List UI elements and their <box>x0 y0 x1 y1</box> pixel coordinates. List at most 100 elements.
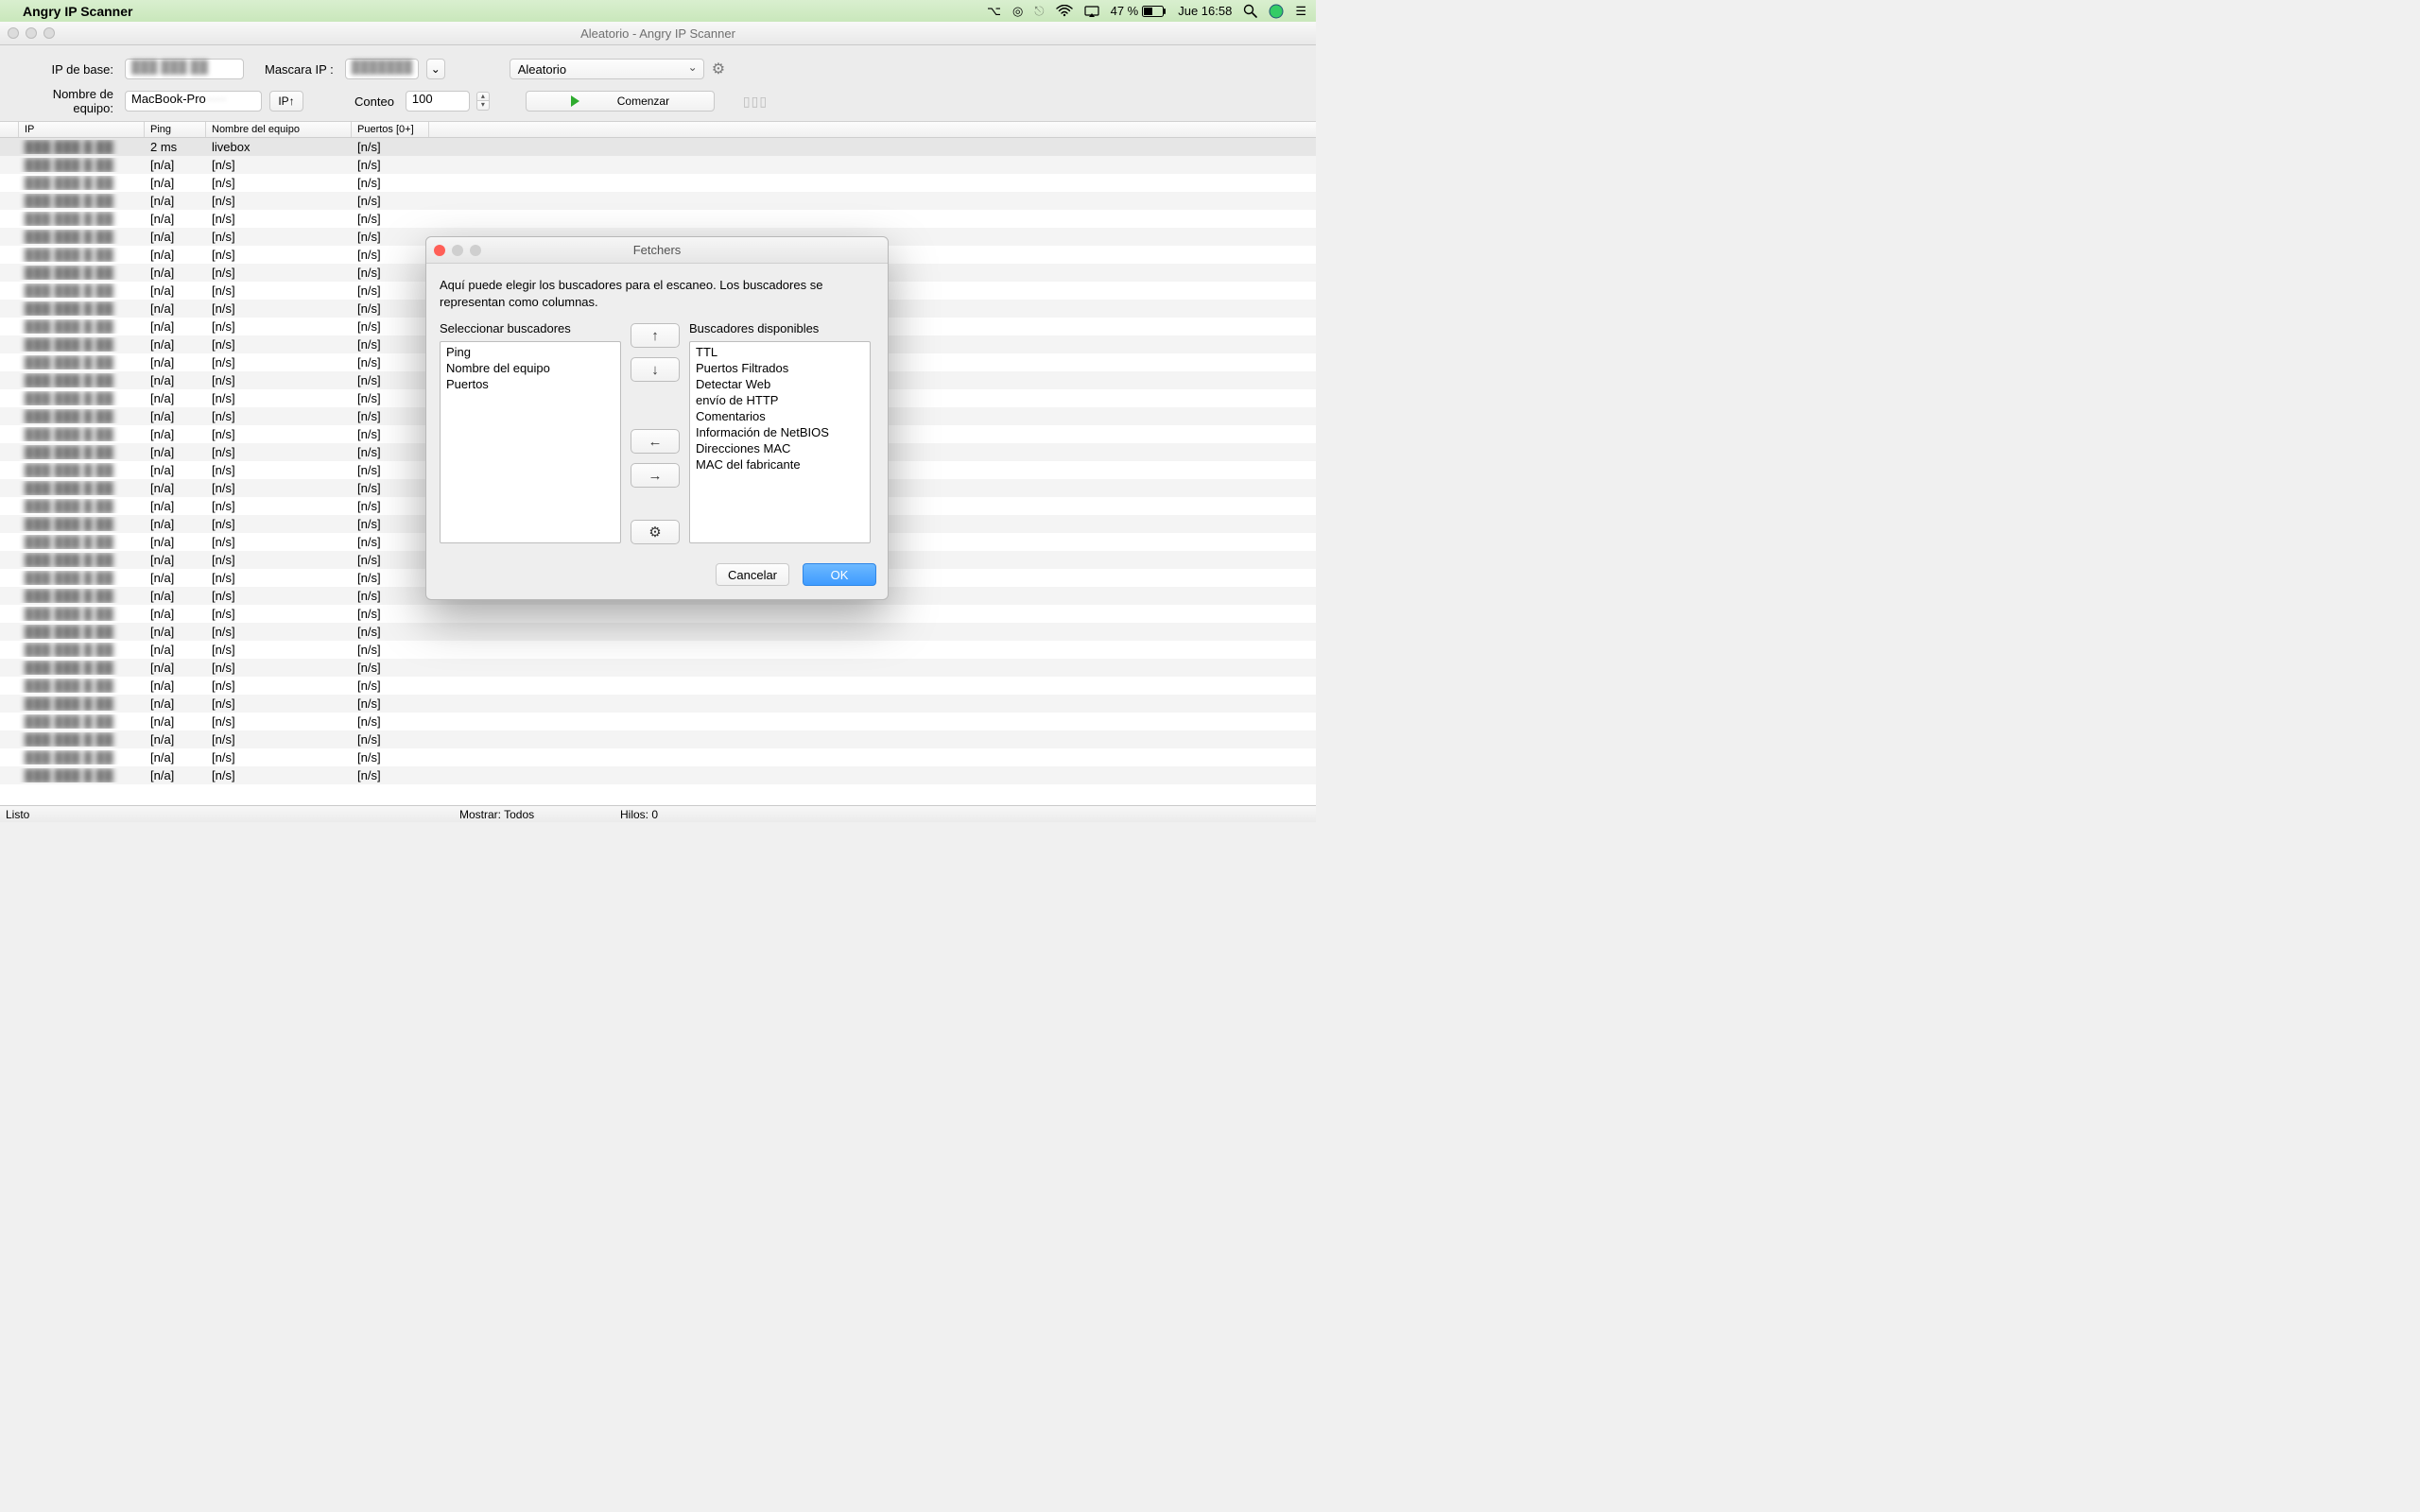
table-row[interactable]: ███ ███ █ ██[n/a][n/s][n/s] <box>0 210 1316 228</box>
list-item[interactable]: MAC del fabricante <box>690 456 870 472</box>
list-item[interactable]: Ping <box>441 344 620 360</box>
settings-gear-icon[interactable]: ⚙ <box>712 60 725 78</box>
wifi-icon[interactable] <box>1056 5 1073 17</box>
status-icon <box>6 225 13 227</box>
list-item[interactable]: Puertos <box>441 376 620 392</box>
netmask-dropdown[interactable]: ⌄ <box>426 59 445 79</box>
table-row[interactable]: ███ ███ █ ██[n/a][n/s][n/s] <box>0 156 1316 174</box>
table-row[interactable]: ███ ███ █ ██[n/a][n/s][n/s] <box>0 695 1316 713</box>
spotlight-icon[interactable] <box>1243 4 1257 18</box>
list-item[interactable]: Puertos Filtrados <box>690 360 870 376</box>
ok-button[interactable]: OK <box>803 563 876 586</box>
table-row[interactable]: ███ ███ █ ██[n/a][n/s][n/s] <box>0 713 1316 730</box>
cell-ip: ███ ███ █ ██ <box>19 301 145 316</box>
move-up-button[interactable]: ↑ <box>631 323 680 348</box>
cell-ping: [n/a] <box>145 571 206 585</box>
table-row[interactable]: ███ ███ █ ██[n/a][n/s][n/s] <box>0 766 1316 784</box>
th-ip[interactable]: IP <box>19 122 145 137</box>
cell-ip: ███ ███ █ ██ <box>19 212 145 226</box>
menubar-clock[interactable]: Jue 16:58 <box>1178 4 1232 18</box>
fetcher-prefs-button[interactable]: ⚙ <box>631 520 680 544</box>
count-stepper[interactable]: ▴▾ <box>476 92 490 111</box>
th-hostname[interactable]: Nombre del equipo <box>206 122 352 137</box>
cell-hostname: [n/s] <box>206 679 352 693</box>
bluetooth-icon[interactable]: ⎋ <box>1034 4 1044 19</box>
display-mode-icon[interactable]: ▯▯▯ <box>743 94 768 110</box>
status-icon <box>6 584 13 586</box>
cell-ports: [n/s] <box>352 661 429 675</box>
netmask-input[interactable]: ███████ <box>345 59 419 79</box>
list-item[interactable]: Información de NetBIOS <box>690 424 870 440</box>
status-icon <box>6 674 13 676</box>
creative-cloud-icon[interactable]: ◎ <box>1012 4 1023 19</box>
cell-ip: ███ ███ █ ██ <box>19 750 145 765</box>
list-item[interactable]: Detectar Web <box>690 376 870 392</box>
cell-hostname: [n/s] <box>206 553 352 567</box>
cancel-button[interactable]: Cancelar <box>716 563 789 586</box>
dialog-titlebar[interactable]: Fetchers <box>426 237 888 264</box>
list-item[interactable]: TTL <box>690 344 870 360</box>
list-item[interactable]: Direcciones MAC <box>690 440 870 456</box>
cell-hostname: [n/s] <box>206 337 352 352</box>
status-icon <box>6 728 13 730</box>
move-down-button[interactable]: ↓ <box>631 357 680 382</box>
start-scan-button[interactable]: Comenzar <box>526 91 715 112</box>
cell-hostname: [n/s] <box>206 194 352 208</box>
cell-hostname: [n/s] <box>206 750 352 765</box>
cell-ip: ███ ███ █ ██ <box>19 266 145 280</box>
status-icon <box>6 656 13 658</box>
hostname-input[interactable]: MacBook-Pro····· <box>125 91 262 112</box>
cell-ip: ███ ███ █ ██ <box>19 607 145 621</box>
list-item[interactable]: Nombre del equipo <box>441 360 620 376</box>
available-fetchers-list[interactable]: TTLPuertos FiltradosDetectar Webenvío de… <box>689 341 871 543</box>
status-icon <box>6 387 13 388</box>
ip-up-button[interactable]: IP↑ <box>269 91 303 112</box>
status-icon <box>6 351 13 352</box>
cell-ping: [n/a] <box>145 679 206 693</box>
add-fetcher-button[interactable]: ← <box>631 429 680 454</box>
table-row[interactable]: ███ ███ █ ██[n/a][n/s][n/s] <box>0 192 1316 210</box>
table-row[interactable]: ███ ███ █ ██[n/a][n/s][n/s] <box>0 748 1316 766</box>
status-icon <box>6 369 13 370</box>
table-row[interactable]: ███ ███ █ ██[n/a][n/s][n/s] <box>0 623 1316 641</box>
table-row[interactable]: ███ ███ █ ██[n/a][n/s][n/s] <box>0 174 1316 192</box>
dialog-title: Fetchers <box>633 243 682 257</box>
cell-hostname: [n/s] <box>206 230 352 244</box>
table-row[interactable]: ███ ███ █ ██[n/a][n/s][n/s] <box>0 677 1316 695</box>
table-row[interactable]: ███ ███ █ ██2 mslivebox[n/s] <box>0 138 1316 156</box>
table-row[interactable]: ███ ███ █ ██[n/a][n/s][n/s] <box>0 730 1316 748</box>
cell-ping: [n/a] <box>145 553 206 567</box>
cell-hostname: [n/s] <box>206 768 352 782</box>
list-item[interactable]: envío de HTTP <box>690 392 870 408</box>
selected-fetchers-list[interactable]: PingNombre del equipoPuertos <box>440 341 621 543</box>
th-ports[interactable]: Puertos [0+] <box>352 122 429 137</box>
cell-ports: [n/s] <box>352 463 429 477</box>
ip-base-input[interactable]: ███ ███ ██ <box>125 59 244 79</box>
cell-ping: [n/a] <box>145 230 206 244</box>
cell-hostname: [n/s] <box>206 589 352 603</box>
table-row[interactable]: ███ ███ █ ██[n/a][n/s][n/s] <box>0 641 1316 659</box>
cell-ping: [n/a] <box>145 248 206 262</box>
dropbox-icon[interactable]: ⌥ <box>987 4 1001 19</box>
notification-center-icon[interactable]: ☰ <box>1295 4 1306 19</box>
siri-icon[interactable] <box>1269 4 1284 19</box>
status-threads: Hilos: 0 <box>620 808 658 821</box>
cell-ping: [n/a] <box>145 176 206 190</box>
count-input[interactable]: 100 <box>406 91 470 112</box>
cell-ip: ███ ███ █ ██ <box>19 661 145 675</box>
cell-hostname: [n/s] <box>206 571 352 585</box>
status-icon <box>6 692 13 694</box>
list-item[interactable]: Comentarios <box>690 408 870 424</box>
dialog-close-icon[interactable] <box>434 245 445 256</box>
cell-ip: ███ ███ █ ██ <box>19 625 145 639</box>
window-traffic-lights[interactable] <box>8 27 55 39</box>
menubar-app-name[interactable]: Angry IP Scanner <box>23 4 132 19</box>
table-row[interactable]: ███ ███ █ ██[n/a][n/s][n/s] <box>0 659 1316 677</box>
cell-ip: ███ ███ █ ██ <box>19 643 145 657</box>
th-ping[interactable]: Ping <box>145 122 206 137</box>
battery-status[interactable]: 47 % <box>1111 4 1167 18</box>
airplay-icon[interactable] <box>1084 6 1099 17</box>
scan-mode-select[interactable]: Aleatorio <box>510 59 704 79</box>
remove-fetcher-button[interactable]: → <box>631 463 680 488</box>
table-row[interactable]: ███ ███ █ ██[n/a][n/s][n/s] <box>0 605 1316 623</box>
